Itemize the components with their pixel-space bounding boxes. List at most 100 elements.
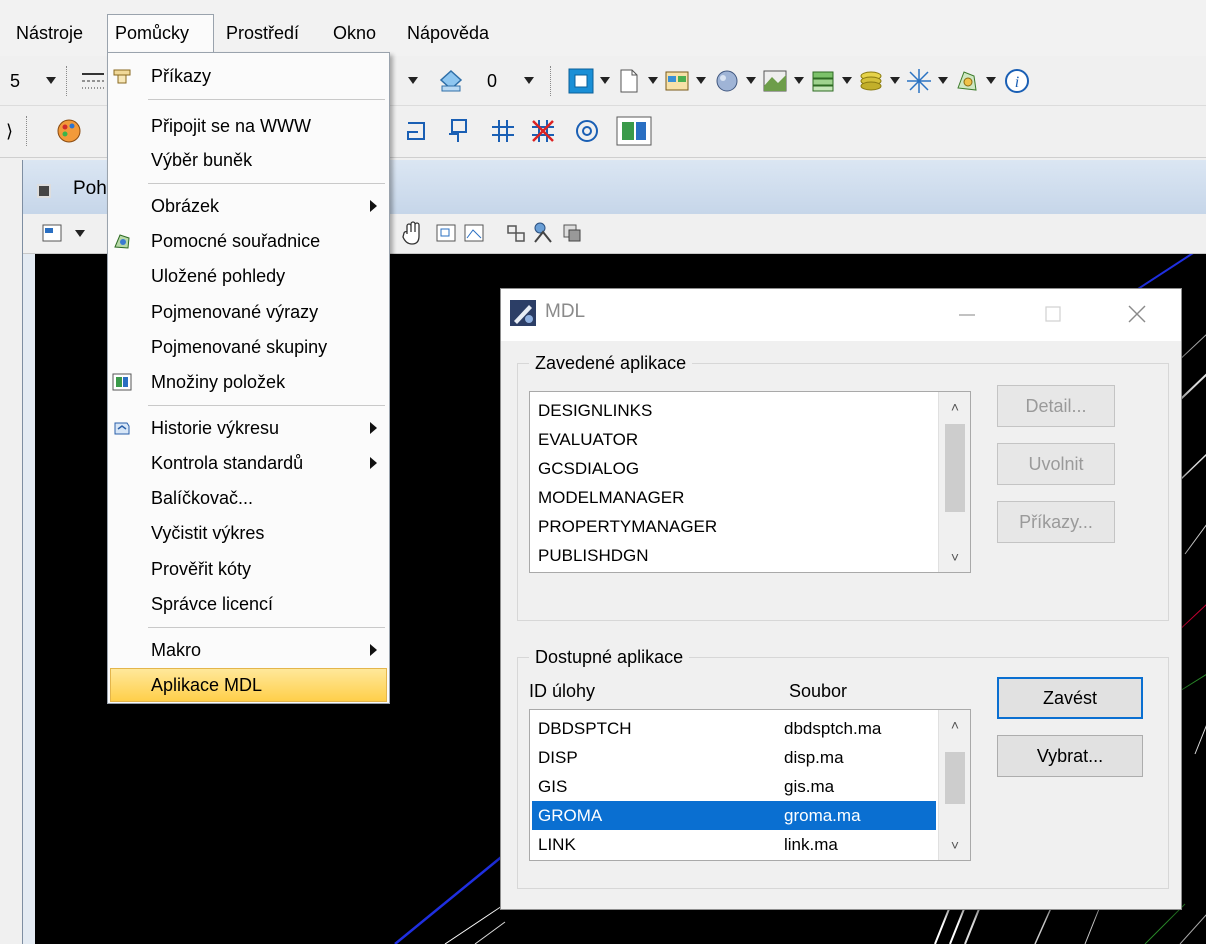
display-priority-icon[interactable]	[438, 68, 464, 94]
line-style-icon[interactable]	[80, 68, 106, 94]
terrain-icon[interactable]	[762, 68, 788, 94]
column-header-file[interactable]: Soubor	[789, 681, 847, 702]
menu-item-mnoziny-polozek[interactable]: Množiny položek	[110, 365, 387, 399]
grid-off-icon[interactable]	[530, 118, 556, 144]
dropdown-icon[interactable]	[648, 77, 658, 84]
list-item[interactable]: PUBLISHDGN	[538, 541, 649, 570]
dimension-icon[interactable]	[404, 118, 430, 144]
menu-item-obrazek[interactable]: Obrázek	[110, 189, 387, 223]
scroll-down-icon[interactable]: ˅	[939, 830, 970, 860]
dropdown-icon[interactable]	[600, 77, 610, 84]
menu-item-label: Pomocné souřadnice	[151, 231, 321, 251]
menu-item-vyber-bunek[interactable]: Výběr buněk	[110, 143, 387, 177]
fit-view-icon[interactable]	[463, 222, 485, 244]
table-row[interactable]: LINK link.ma	[532, 830, 936, 859]
dropdown-icon[interactable]	[890, 77, 900, 84]
menu-item-aplikace-mdl[interactable]: Aplikace MDL	[110, 668, 387, 702]
display-dropdown-icon[interactable]	[524, 77, 534, 84]
close-icon[interactable]	[1117, 297, 1157, 333]
dropdown-icon[interactable]	[842, 77, 852, 84]
menu-item-pojmenovane-skupiny[interactable]: Pojmenované skupiny	[110, 330, 387, 364]
menu-item-pojmenovane-vyrazy[interactable]: Pojmenované výrazy	[110, 295, 387, 329]
list-item[interactable]: GCSDIALOG	[538, 454, 639, 483]
window-area-icon[interactable]	[435, 222, 457, 244]
view-attributes-icon[interactable]	[41, 222, 63, 244]
element-selection-icon[interactable]	[568, 68, 594, 94]
loaded-list-scrollbar[interactable]: ˄ ˅	[938, 392, 970, 572]
menu-okno[interactable]: Okno	[326, 14, 383, 52]
menu-item-spravce-licenci[interactable]: Správce licencí	[110, 587, 387, 621]
dropdown-icon[interactable]	[986, 77, 996, 84]
menu-item-historie-vykresu[interactable]: Historie výkresu	[110, 411, 387, 445]
menu-item-pripojit-www[interactable]: Připojit se na WWW	[110, 109, 387, 143]
scroll-down-icon[interactable]: ˅	[939, 542, 970, 572]
menu-item-kontrola-standardu[interactable]: Kontrola standardů	[110, 446, 387, 480]
loaded-apps-list[interactable]: DESIGNLINKS EVALUATOR GCSDIALOG MODELMAN…	[529, 391, 971, 573]
menu-napoveda[interactable]: Nápověda	[400, 14, 496, 52]
models-icon[interactable]	[664, 68, 690, 94]
column-header-id[interactable]: ID úlohy	[529, 681, 595, 702]
detail-button[interactable]: Detail...	[997, 385, 1115, 427]
menu-prostredi[interactable]: Prostředí	[219, 14, 306, 52]
level-value[interactable]: 5	[10, 68, 20, 94]
table-row[interactable]: DBDSPTCH dbdsptch.ma	[532, 714, 936, 743]
menu-item-proverit-koty[interactable]: Prověřit kóty	[110, 552, 387, 586]
available-apps-list[interactable]: DBDSPTCH dbdsptch.ma DISP disp.ma GIS gi…	[529, 709, 971, 861]
palette-icon[interactable]	[56, 118, 82, 144]
scroll-thumb[interactable]	[945, 752, 965, 804]
table-row[interactable]: DISP disp.ma	[532, 743, 936, 772]
toolbar-separator	[66, 66, 67, 96]
list-item[interactable]: MODELMANAGER	[538, 483, 684, 512]
scroll-up-icon[interactable]: ˄	[939, 392, 970, 422]
menu-item-balickovac[interactable]: Balíčkovač...	[110, 481, 387, 515]
snap-icon[interactable]	[906, 68, 932, 94]
commands-button[interactable]: Příkazy...	[997, 501, 1115, 543]
submenu-arrow-icon	[370, 422, 377, 434]
display-value[interactable]: 0	[487, 68, 497, 94]
view-dropdown-icon[interactable]	[75, 230, 85, 237]
menu-pomucky[interactable]: Pomůcky	[107, 14, 214, 52]
menu-item-ulozene-pohledy[interactable]: Uložené pohledy	[110, 259, 387, 293]
browse-button[interactable]: Vybrat...	[997, 735, 1143, 777]
minimize-icon[interactable]	[947, 297, 987, 333]
menu-item-vycistit-vykres[interactable]: Vyčistit výkres	[110, 516, 387, 550]
available-list-scrollbar[interactable]: ˄ ˅	[938, 710, 970, 860]
dropdown-icon[interactable]	[746, 77, 756, 84]
pan-icon[interactable]	[401, 220, 425, 246]
dropdown-icon[interactable]	[938, 77, 948, 84]
scroll-up-icon[interactable]: ˄	[939, 710, 970, 740]
menu-separator	[148, 405, 385, 406]
new-file-icon[interactable]	[616, 68, 642, 94]
unload-button[interactable]: Uvolnit	[997, 443, 1115, 485]
layers-icon[interactable]	[858, 68, 884, 94]
references-icon[interactable]	[954, 68, 980, 94]
item-sets-icon[interactable]	[616, 116, 652, 146]
dropdown-icon[interactable]	[696, 77, 706, 84]
style-dropdown-icon[interactable]	[408, 77, 418, 84]
table-row[interactable]: GIS gis.ma	[532, 772, 936, 801]
list-item[interactable]: EVALUATOR	[538, 425, 638, 454]
list-item[interactable]: PROPERTYMANAGER	[538, 512, 717, 541]
clip-volume-icon[interactable]	[561, 222, 583, 244]
maximize-icon[interactable]	[1033, 297, 1073, 333]
mdl-title-bar[interactable]: MDL	[501, 289, 1181, 341]
load-button[interactable]: Zavést	[997, 677, 1143, 719]
submenu-arrow-icon	[370, 644, 377, 656]
grid-icon[interactable]	[490, 118, 516, 144]
menu-nastroje[interactable]: Nástroje	[9, 14, 90, 52]
view-rotation-icon[interactable]	[505, 222, 527, 244]
render-icon[interactable]	[714, 68, 740, 94]
dropdown-icon[interactable]	[794, 77, 804, 84]
menu-item-makro[interactable]: Makro	[110, 633, 387, 667]
level-dropdown-icon[interactable]	[46, 77, 56, 84]
table-row-selected[interactable]: GROMA groma.ma	[532, 801, 936, 830]
list-item[interactable]: DESIGNLINKS	[538, 396, 652, 425]
scroll-thumb[interactable]	[945, 424, 965, 512]
camera-icon[interactable]	[531, 220, 555, 246]
menu-item-pomocne-souradnice[interactable]: Pomocné souřadnice	[110, 224, 387, 258]
measure-icon[interactable]	[446, 118, 472, 144]
info-icon[interactable]: i	[1004, 68, 1030, 94]
target-icon[interactable]	[574, 118, 600, 144]
levels-icon[interactable]	[810, 68, 836, 94]
menu-item-prikazy[interactable]: Příkazy	[110, 59, 387, 93]
